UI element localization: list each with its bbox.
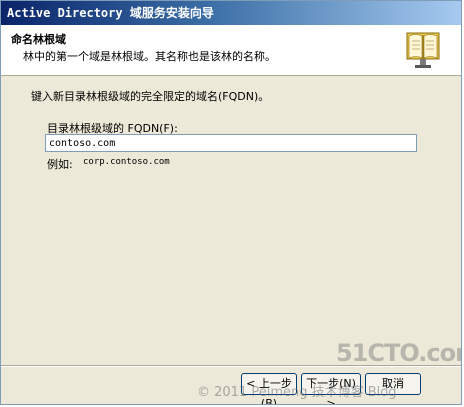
fqdn-input[interactable] [45,134,417,152]
page-subtitle: 林中的第一个域是林根域。其名称也是该林的名称。 [23,50,276,63]
example-label: 例如: [47,158,73,171]
watermark-logo: 51CTO.com [336,339,461,367]
instruction-text: 键入新目录林根级域的完全限定的域名(FQDN)。 [31,90,270,103]
page-title: 命名林根域 [11,33,66,46]
wizard-header: 命名林根域 林中的第一个域是林根域。其名称也是该林的名称。 [1,25,461,76]
example-value: corp.contoso.com [83,157,170,167]
wizard-window: Active Directory 域服务安装向导 命名林根域 林中的第一个域是林… [0,0,462,405]
book-icon [406,32,440,68]
wizard-content: 键入新目录林根级域的完全限定的域名(FQDN)。 目录林根级域的 FQDN(F)… [1,76,461,366]
title-bar[interactable]: Active Directory 域服务安装向导 [1,1,461,25]
watermark-credit: © 2011 Peimeng 技术博客 Blog [197,385,397,400]
window-title: Active Directory 域服务安装向导 [7,6,214,20]
